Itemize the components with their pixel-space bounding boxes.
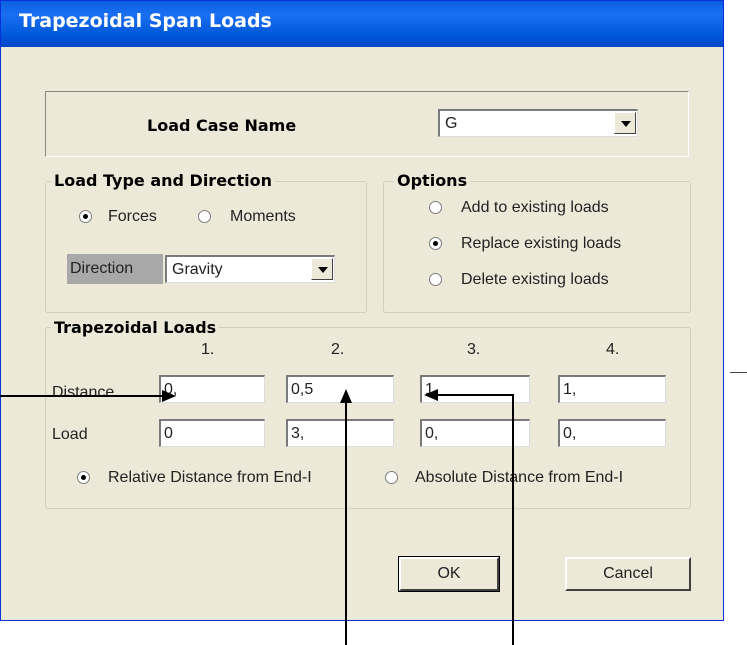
moments-radio[interactable] <box>198 210 211 223</box>
direction-select[interactable]: Gravity <box>165 255 335 283</box>
direction-value: Gravity <box>172 261 223 278</box>
replace-existing-label: Replace existing loads <box>461 235 622 252</box>
delete-existing-label: Delete existing loads <box>461 271 609 288</box>
relative-distance-radio[interactable] <box>77 471 90 484</box>
moments-label: Moments <box>230 208 296 225</box>
right-edge-line <box>730 372 747 373</box>
annotation-arrowhead-icon <box>340 389 352 403</box>
load-type-legend: Load Type and Direction <box>51 172 276 190</box>
load-field-2[interactable]: 3, <box>286 419 394 447</box>
forces-radio[interactable] <box>79 210 92 223</box>
trapezoidal-legend: Trapezoidal Loads <box>51 319 220 337</box>
load-case-label: Load Case Name <box>147 116 297 135</box>
options-legend: Options <box>394 172 471 190</box>
load-label: Load <box>52 426 88 443</box>
add-existing-label: Add to existing loads <box>461 199 609 216</box>
column-header-2: 2. <box>331 341 345 358</box>
load-field-1[interactable]: 0 <box>159 419 265 447</box>
window-title: Trapezoidal Span Loads <box>19 10 272 32</box>
column-header-3: 3. <box>467 341 481 358</box>
forces-label: Forces <box>108 208 157 225</box>
title-bar[interactable]: Trapezoidal Span Loads <box>1 1 723 47</box>
absolute-distance-label: Absolute Distance from End-I <box>415 469 624 486</box>
delete-existing-radio[interactable] <box>429 273 442 286</box>
load-case-value: G <box>445 115 458 132</box>
annotation-arrowhead-icon <box>424 389 438 401</box>
relative-distance-label: Relative Distance from End-I <box>108 469 312 486</box>
load-field-4[interactable]: 0, <box>558 419 666 447</box>
load-type-group <box>45 181 367 313</box>
chevron-down-icon[interactable] <box>614 112 636 134</box>
annotation-arrowhead-icon <box>162 390 176 402</box>
annotation-arrow-line <box>345 402 347 645</box>
chevron-down-icon[interactable] <box>311 258 333 280</box>
annotation-arrow-line <box>512 394 514 645</box>
column-header-4: 4. <box>606 341 620 358</box>
annotation-arrow-line <box>437 394 513 396</box>
cancel-button[interactable]: Cancel <box>565 557 691 591</box>
absolute-distance-radio[interactable] <box>385 471 398 484</box>
distance-field-4[interactable]: 1, <box>558 375 666 403</box>
add-existing-radio[interactable] <box>429 201 442 214</box>
dialog-window: Trapezoidal Span Loads Load Case Name G … <box>0 0 724 621</box>
distance-label: Distance <box>52 384 115 401</box>
annotation-arrow-line <box>0 395 162 397</box>
column-header-1: 1. <box>201 341 215 358</box>
replace-existing-radio[interactable] <box>429 237 442 250</box>
ok-button[interactable]: OK <box>398 556 500 592</box>
load-case-select[interactable]: G <box>438 109 638 137</box>
direction-label: Direction <box>70 260 134 277</box>
